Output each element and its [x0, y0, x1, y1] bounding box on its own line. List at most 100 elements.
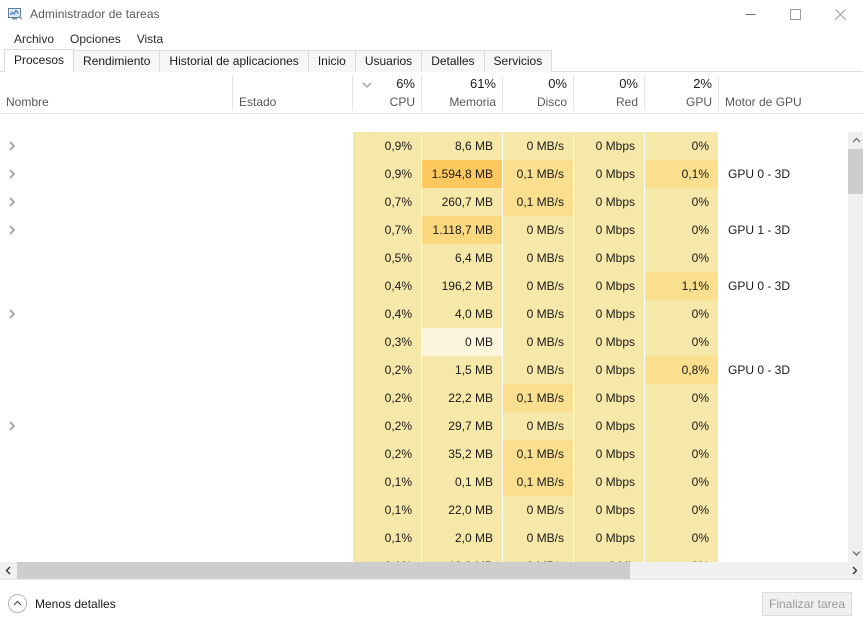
column-separator[interactable] [421, 76, 422, 110]
cell-engine [719, 300, 847, 328]
process-list[interactable]: 0,9% 8,6 MB 0 MB/s 0 Mbps 0% 0,9% 1.594,8 MB 0,… [0, 132, 863, 562]
cell-cpu: 0,1% [353, 468, 421, 496]
horizontal-scrollbar-thumb[interactable] [17, 562, 630, 579]
cell-gpu: 0% [645, 412, 718, 440]
tab-rendimiento[interactable]: Rendimiento [73, 50, 161, 72]
cell-name [0, 216, 232, 244]
column-header-disk[interactable]: 0% Disco [503, 72, 573, 113]
cell-disk: 0,1 MB/s [503, 468, 573, 496]
column-header-disk-label: Disco [536, 95, 567, 109]
column-separator[interactable] [232, 76, 233, 110]
cell-net: 0 Mbps [574, 440, 644, 468]
vertical-scrollbar[interactable] [847, 132, 863, 562]
table-row[interactable]: 0,7% 1.118,7 MB 0 MB/s 0 Mbps 0% GPU 1 - 3D [0, 216, 847, 244]
cell-cpu: 0,9% [353, 160, 421, 188]
cell-gpu: 0% [645, 440, 718, 468]
cell-net: 0 Mbps [574, 496, 644, 524]
cell-status [233, 412, 352, 440]
cell-engine: GPU 0 - 3D [728, 363, 791, 377]
cell-cpu: 0,1% [353, 524, 421, 552]
menu-item-archivo[interactable]: Archivo [6, 30, 62, 48]
table-row[interactable]: 0,9% 1.594,8 MB 0,1 MB/s 0 Mbps 0,1% GPU 0 - … [0, 160, 847, 188]
menu-item-opciones[interactable]: Opciones [62, 30, 129, 48]
scroll-left-chevron-left-icon[interactable] [0, 562, 17, 579]
cell-net: 0 Mbps [574, 300, 644, 328]
column-separator[interactable] [573, 76, 574, 110]
less-details-button[interactable]: Menos detalles [8, 594, 116, 613]
cell-status [233, 272, 352, 300]
cell-memory: 12,0 MB [422, 552, 502, 562]
table-row[interactable]: 0,4% 4,0 MB 0 MB/s 0 Mbps 0% [0, 300, 847, 328]
cell-memory: 260,7 MB [422, 188, 502, 216]
table-row[interactable]: 0,7% 260,7 MB 0,1 MB/s 0 Mbps 0% [0, 188, 847, 216]
tab-detalles[interactable]: Detalles [421, 50, 485, 72]
title-bar: Administrador de tareas [0, 0, 863, 28]
cell-status [233, 300, 352, 328]
cell-cpu: 0,1% [353, 496, 421, 524]
scroll-down-chevron-down-icon[interactable] [848, 545, 863, 562]
cell-status [233, 160, 352, 188]
table-row[interactable]: 0,1% 0,1 MB 0,1 MB/s 0 Mbps 0% [0, 468, 847, 496]
table-row[interactable]: 0,1% 22,0 MB 0 MB/s 0 Mbps 0% [0, 496, 847, 524]
scroll-right-chevron-right-icon[interactable] [846, 562, 863, 579]
table-row[interactable]: 0,1%12,0 MB0 MB/s0 Mb0% [0, 552, 847, 562]
column-separator[interactable] [644, 76, 645, 110]
cell-net: 0 Mbps [574, 188, 644, 216]
cell-gpu: 0% [645, 300, 718, 328]
cell-gpu: 0% [645, 328, 718, 356]
tab-servicios[interactable]: Servicios [483, 50, 553, 72]
table-row[interactable]: 0,5% 6,4 MB 0 MB/s 0 Mbps 0% [0, 244, 847, 272]
cell-name [0, 384, 232, 412]
vertical-scrollbar-thumb[interactable] [848, 149, 863, 194]
table-row[interactable]: 0,2% 29,7 MB 0 MB/s 0 Mbps 0% [0, 412, 847, 440]
table-row[interactable]: 0,1% 2,0 MB 0 MB/s 0 Mbps 0% [0, 524, 847, 552]
cell-name [0, 328, 232, 356]
column-header-net-label: Red [615, 95, 638, 109]
menu-item-vista[interactable]: Vista [129, 30, 171, 48]
cell-cpu: 0,5% [353, 244, 421, 272]
table-row[interactable]: 0,3% 0 MB 0 MB/s 0 Mbps 0% [0, 328, 847, 356]
cell-disk: 0,1 MB/s [503, 160, 573, 188]
cell-disk: 0 MB/s [503, 300, 573, 328]
table-row[interactable]: 0,9% 8,6 MB 0 MB/s 0 Mbps 0% [0, 132, 847, 160]
column-header-name-label: Nombre [6, 95, 49, 109]
minimize-button[interactable] [728, 0, 773, 28]
chevron-up-circle-icon [8, 594, 27, 613]
column-header-memory[interactable]: 61% Memoria [422, 72, 502, 113]
cell-engine: GPU 1 - 3D [728, 223, 791, 237]
close-button[interactable] [818, 0, 863, 28]
column-separator[interactable] [502, 76, 503, 110]
column-header-name[interactable]: Nombre [0, 72, 232, 113]
column-separator[interactable] [718, 76, 719, 110]
horizontal-scrollbar[interactable] [0, 562, 863, 579]
column-header-cpu-label: CPU [389, 95, 415, 109]
scroll-up-chevron-up-icon[interactable] [848, 132, 863, 149]
end-task-button[interactable]: Finalizar tarea [762, 592, 852, 616]
column-header-gpu[interactable]: 2% GPU [645, 72, 718, 113]
cell-status [233, 132, 352, 160]
table-row[interactable]: 0,2% 22,2 MB 0,1 MB/s 0 Mbps 0% [0, 384, 847, 412]
cell-cpu: 0,2% [353, 412, 421, 440]
cell-net: 0 Mbps [574, 244, 644, 272]
tab-inicio[interactable]: Inicio [307, 50, 356, 72]
cell-disk: 0 MB/s [503, 412, 573, 440]
tab-usuarios[interactable]: Usuarios [354, 50, 423, 72]
table-row[interactable]: 0,2% 35,2 MB 0,1 MB/s 0 Mbps 0% [0, 440, 847, 468]
table-row[interactable]: 0,2% 1,5 MB 0 MB/s 0 Mbps 0,8% GPU 0 - 3D [0, 356, 847, 384]
column-header-memory-percent: 61% [469, 76, 496, 91]
table-row[interactable]: 0,4% 196,2 MB 0 MB/s 0 Mbps 1,1% GPU 0 - 3D [0, 272, 847, 300]
column-header-cpu[interactable]: 6% CPU [353, 72, 421, 113]
cell-status [233, 188, 352, 216]
tab-procesos[interactable]: Procesos [4, 49, 75, 73]
maximize-button[interactable] [773, 0, 818, 28]
column-header-engine[interactable]: Motor de GPU [719, 72, 847, 113]
cell-cpu: 0,1% [353, 552, 421, 562]
tab-historial-de-aplicaciones[interactable]: Historial de aplicaciones [159, 50, 309, 72]
cell-name [0, 552, 232, 562]
column-separator[interactable] [352, 76, 353, 110]
cell-cpu: 0,2% [353, 356, 421, 384]
column-header-status[interactable]: Estado [233, 72, 352, 113]
cell-cpu: 0,4% [353, 272, 421, 300]
cell-engine [719, 328, 847, 356]
column-header-net[interactable]: 0% Red [574, 72, 644, 113]
